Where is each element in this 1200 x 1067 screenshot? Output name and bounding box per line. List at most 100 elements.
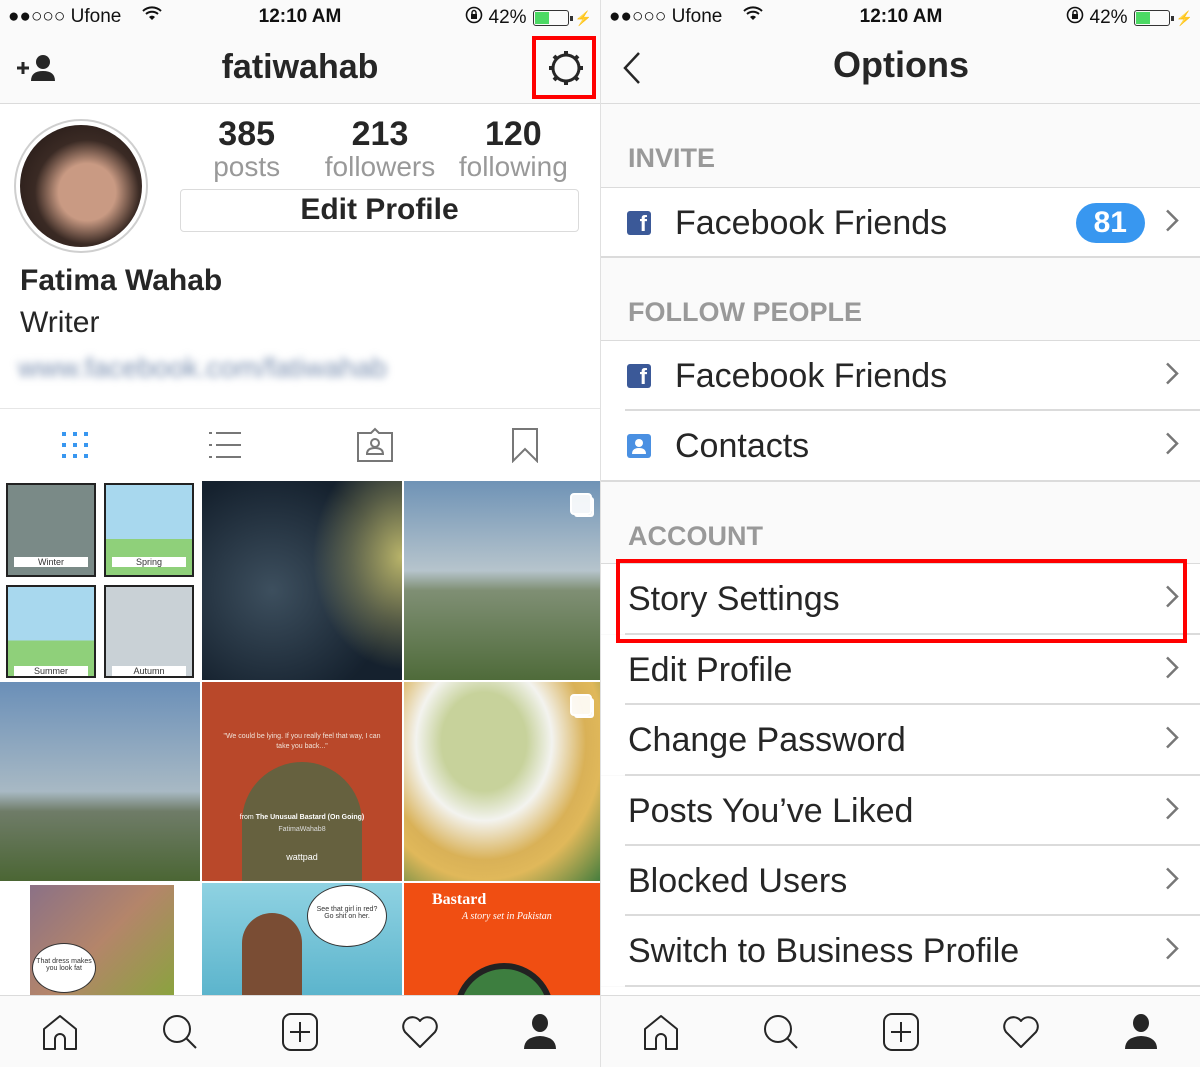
tab-search[interactable] [120,996,240,1067]
website-link[interactable]: www.facebook.com/fatiwahab [18,352,387,384]
home-icon [644,1014,678,1050]
comic-caption: Spring [112,556,186,567]
list-view-tab[interactable] [150,409,300,481]
status-bar: ●●○○○ Ufone 12:10 AM 42% ⚡ [0,0,600,34]
charging-icon: ⚡ [574,9,592,26]
row-label: Change Password [628,720,906,759]
tab-home[interactable] [601,996,721,1067]
comic-caption: Summer [14,666,88,676]
grid-post[interactable] [404,682,600,881]
facebook-icon: f [627,211,651,235]
row-label: Switch to Business Profile [628,931,1020,970]
profile-icon [1125,1013,1157,1049]
multiple-photos-icon [570,694,592,716]
section-header-invite: INVITE [628,143,716,173]
comic-caption: Winter [14,556,88,567]
follow-contacts[interactable]: Contacts [601,411,1200,481]
profile-icon [524,1013,556,1049]
options-header: Options [601,34,1200,104]
stat-posts[interactable]: 385 posts [180,116,313,182]
home-icon [43,1014,77,1050]
stat-followers[interactable]: 213 followers [313,116,446,182]
bottom-tab-bar [0,995,600,1067]
search-icon [163,1014,197,1049]
row-label: Edit Profile [628,650,793,689]
grid-post[interactable]: See that girl in red? Go shit on her. [202,883,402,997]
friends-count-badge: 81 [1075,203,1145,243]
cover-title: Bastard [432,891,487,908]
section-header-account: ACCOUNT [628,521,763,551]
search-icon [764,1014,798,1049]
username-title: fatiwahab [221,48,379,86]
tab-activity[interactable] [961,996,1081,1067]
full-name: Fatima Wahab [20,264,223,297]
grid-post[interactable]: That dress makes you look fat [0,883,200,997]
row-label: Facebook Friends [675,356,948,395]
rotation-lock-icon [1066,6,1084,30]
row-label: Posts You’ve Liked [628,791,914,830]
chevron-right-icon [1165,867,1179,896]
following-label: following [458,151,568,182]
chevron-right-icon [1165,656,1179,685]
comic-caption: Autumn [112,666,186,676]
grid-icon [62,432,88,458]
bottom-tab-bar [601,995,1200,1067]
account-posts-liked[interactable]: Posts You’ve Liked [601,776,1200,846]
account-edit-profile[interactable]: Edit Profile [601,635,1200,705]
saved-tab[interactable] [450,409,600,481]
tab-new-post[interactable] [240,996,360,1067]
quote-source: The Unusual Bastard (On Going) [255,814,365,821]
grid-post[interactable]: "We could be lying. If you really feel t… [202,682,402,881]
activity-heart-icon [402,1015,438,1048]
account-change-password[interactable]: Change Password [601,705,1200,775]
chevron-right-icon [1165,362,1179,391]
battery-percent: 42% [1089,7,1128,28]
row-label: Facebook Friends [675,203,948,242]
status-bar: ●●○○○ Ufone 12:10 AM 42% ⚡ [601,0,1200,34]
avatar[interactable] [14,119,148,253]
profile-stats: 385 posts 213 followers 120 following [180,116,580,182]
chevron-right-icon [1165,209,1179,238]
quote-author: FatimaWahab8 [278,826,326,833]
tagged-tab[interactable] [300,409,450,481]
section-header-follow-people: FOLLOW PEOPLE [628,297,862,327]
grid-post[interactable]: Winter Spring Summer Autumn [0,481,200,680]
tab-activity[interactable] [360,996,480,1067]
account-switch-business[interactable]: Switch to Business Profile [601,916,1200,986]
contacts-icon [627,434,651,458]
stat-following[interactable]: 120 following [447,116,580,182]
invite-facebook-friends[interactable]: f Facebook Friends 81 [601,188,1200,258]
divider [601,256,1200,258]
profile-header: fatiwahab [0,34,600,104]
posts-label: posts [213,151,281,182]
follow-facebook-friends[interactable]: f Facebook Friends [601,341,1200,411]
account-blocked-users[interactable]: Blocked Users [601,846,1200,916]
tab-search[interactable] [721,996,841,1067]
speech-bubble: See that girl in red? Go shit on her. [307,885,387,947]
grid-post[interactable]: Bastard A story set in Pakistan [404,883,600,997]
multiple-photos-icon [570,493,592,515]
grid-post[interactable] [0,682,200,881]
add-post-icon [282,1012,318,1051]
edit-profile-button[interactable]: Edit Profile [180,189,579,232]
followers-label: followers [324,151,436,182]
row-label: Contacts [675,426,810,465]
story-settings-highlight-box [616,559,1187,643]
following-count: 120 [484,115,542,153]
tab-new-post[interactable] [841,996,961,1067]
list-icon [209,432,241,458]
posts-count: 385 [218,115,276,153]
grid-post[interactable] [404,481,600,680]
tab-home[interactable] [0,996,120,1067]
bio: Writer [20,306,100,339]
tab-profile[interactable] [1081,996,1200,1067]
tab-profile[interactable] [480,996,600,1067]
grid-view-tab[interactable] [0,409,150,481]
grid-post[interactable] [202,481,402,680]
facebook-icon: f [627,364,651,388]
chevron-right-icon [1165,726,1179,755]
charging-icon: ⚡ [1175,9,1193,26]
options-screen: ●●○○○ Ufone 12:10 AM 42% ⚡ Options INVIT… [600,0,1200,1067]
battery-icon [532,10,573,26]
posts-grid: Winter Spring Summer Autumn "We could be… [0,481,600,997]
